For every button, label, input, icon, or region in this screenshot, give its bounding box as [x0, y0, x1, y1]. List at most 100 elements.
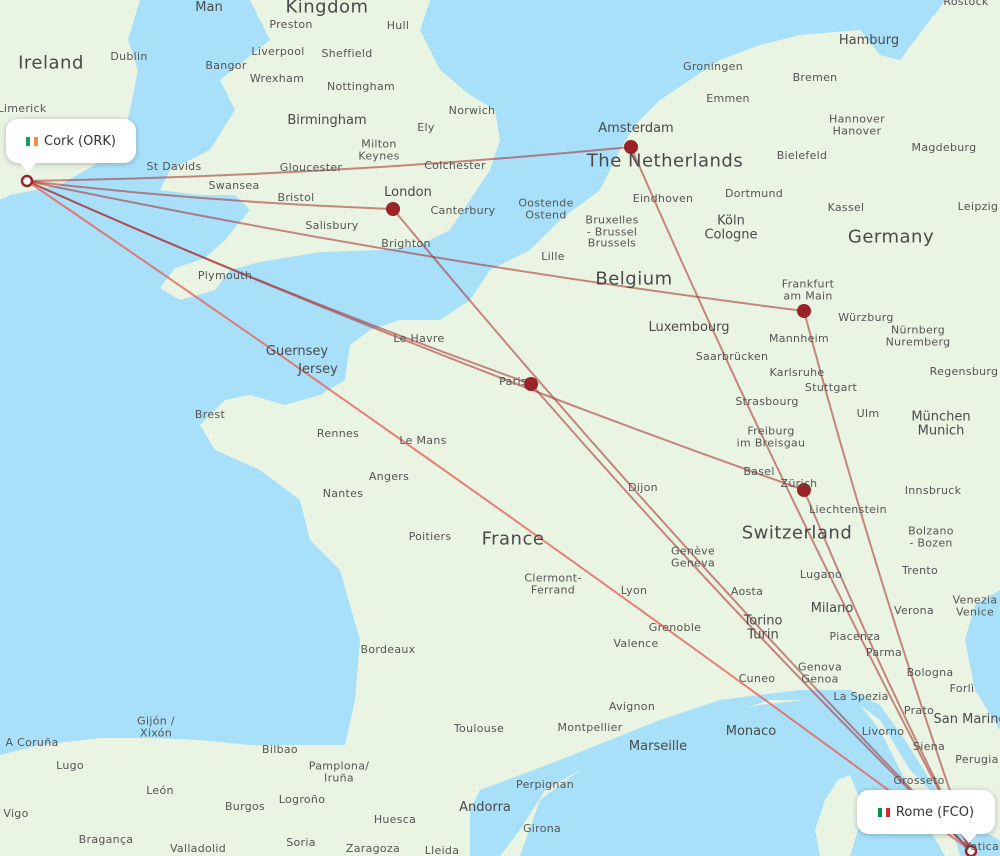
- origin-label: Cork (ORK): [44, 133, 116, 149]
- city-label: Dijon: [628, 481, 658, 495]
- city-label: Le Mans: [399, 434, 447, 448]
- city-label: Eindhoven: [632, 192, 694, 206]
- city-label: Oostende Ostend: [518, 196, 574, 221]
- city-label: Saarbrücken: [695, 350, 769, 364]
- city-label: Nürnberg Nuremberg: [885, 323, 951, 348]
- city-label: Pamplona/Iruña: [308, 759, 370, 784]
- country-label: Germany: [847, 226, 935, 248]
- city-label: Bielefeld: [776, 149, 828, 163]
- city-label: Würzburg: [838, 311, 894, 325]
- city-label: Prato: [903, 704, 935, 718]
- city-label: Basel: [743, 465, 775, 479]
- city-label: Bragança: [78, 833, 134, 847]
- city-label: Hull: [386, 19, 410, 33]
- country-label: The Netherlands: [586, 150, 744, 172]
- city-label: Canterbury: [430, 204, 496, 218]
- city-label: Regensburg: [929, 365, 999, 379]
- city-label: Burgos: [224, 800, 266, 814]
- country-label: Jersey: [298, 362, 338, 378]
- city-label: Nottingham: [326, 80, 396, 94]
- city-label: Logroño: [278, 793, 326, 807]
- city-label: Paris: [499, 375, 527, 389]
- country-label: Monaco: [725, 724, 777, 740]
- city-label: Poitiers: [408, 530, 452, 544]
- city-label: Leipzig: [957, 200, 999, 214]
- city-label: Colchester: [424, 159, 486, 173]
- city-label: Bordeaux: [360, 643, 416, 657]
- city-label: Sheffield: [321, 47, 373, 61]
- city-label: Ely: [417, 121, 435, 135]
- city-label: Huesca: [373, 813, 417, 827]
- city-label: Stuttgart: [804, 381, 858, 395]
- country-label: Kingdom: [285, 0, 369, 18]
- destination-label: Rome (FCO): [895, 804, 975, 820]
- city-label: León: [146, 784, 174, 798]
- city-label: Amsterdam: [598, 121, 674, 137]
- country-label: Ireland: [18, 52, 84, 74]
- city-label: Lleida: [424, 844, 460, 856]
- city-label: Hannover Hanover: [829, 112, 885, 137]
- city-label: Innsbruck: [904, 484, 962, 498]
- city-label: Milton Keynes: [358, 137, 400, 162]
- city-label: Gloucester: [279, 161, 343, 175]
- city-label: Wrexham: [249, 72, 305, 86]
- city-label: Siena: [912, 740, 946, 754]
- city-label: Zürich: [780, 477, 818, 491]
- country-label: Man: [195, 0, 223, 16]
- city-label: La Spezia: [833, 690, 889, 704]
- route-map[interactable]: Ireland Kingdom The Netherlands Belgium Germ…: [0, 0, 1000, 856]
- city-label: Salisbury: [305, 219, 359, 233]
- origin-callout[interactable]: Cork (ORK): [6, 119, 136, 172]
- city-label: Bruxelles - Brussel Brussels: [585, 213, 639, 250]
- city-label: Limerick: [0, 102, 47, 116]
- city-label: St Davids: [146, 160, 202, 174]
- destination-callout[interactable]: Rome (FCO): [857, 790, 995, 843]
- city-label: Venezia Venice: [952, 593, 998, 618]
- route-line: [392, 208, 972, 852]
- city-label: Avignon: [608, 700, 656, 714]
- city-label: Norwich: [448, 104, 496, 118]
- city-label: Brighton: [381, 237, 431, 251]
- city-label: Bristol: [277, 191, 315, 205]
- city-label: Lugano: [799, 568, 843, 582]
- endpoint-marker[interactable]: [20, 174, 34, 188]
- country-label: Guernsey: [265, 344, 329, 360]
- hub-marker[interactable]: [797, 304, 811, 318]
- city-label: Perugia: [955, 753, 999, 767]
- city-label: Groningen: [683, 60, 743, 74]
- city-label: London: [384, 185, 432, 201]
- city-label: Trento: [902, 564, 938, 578]
- hub-marker[interactable]: [386, 202, 400, 216]
- ireland-flag-icon: [26, 136, 38, 146]
- city-label: Genova Genoa: [797, 660, 843, 685]
- city-label: Gijón / Xixón: [137, 714, 175, 739]
- city-label: Strasbourg: [735, 395, 799, 409]
- city-label: Hamburg: [838, 33, 900, 49]
- country-label: San Marino: [933, 712, 1000, 728]
- city-label: Grosseto: [893, 774, 945, 788]
- city-label: Marseille: [628, 739, 688, 755]
- city-label: Soria: [286, 836, 316, 850]
- country-label: Belgium: [595, 268, 673, 290]
- city-label: Brest: [194, 408, 226, 422]
- city-label: München Munich: [911, 409, 971, 438]
- city-label: Toulouse: [453, 722, 505, 736]
- city-label: Mannheim: [768, 332, 830, 346]
- city-label: Aosta: [730, 585, 764, 599]
- city-label: Cuneo: [738, 672, 776, 686]
- city-label: Torino Turin: [743, 613, 783, 642]
- city-label: Dublin: [110, 50, 148, 64]
- city-label: Girona: [522, 822, 562, 836]
- city-label: Bolzano - Bozen: [908, 524, 954, 549]
- city-label: Forlì: [949, 682, 975, 696]
- country-label: Liechtenstein: [809, 503, 887, 517]
- city-label: Piacenza: [829, 630, 881, 644]
- city-label: Valladolid: [169, 842, 227, 856]
- city-label: Verona: [894, 604, 934, 618]
- city-label: Valence: [613, 637, 659, 651]
- city-label: Rostock: [943, 0, 989, 9]
- city-label: Lyon: [620, 584, 648, 598]
- italy-flag-icon: [877, 807, 890, 817]
- city-label: A Coruña: [5, 736, 59, 750]
- city-label: Plymouth: [197, 269, 253, 283]
